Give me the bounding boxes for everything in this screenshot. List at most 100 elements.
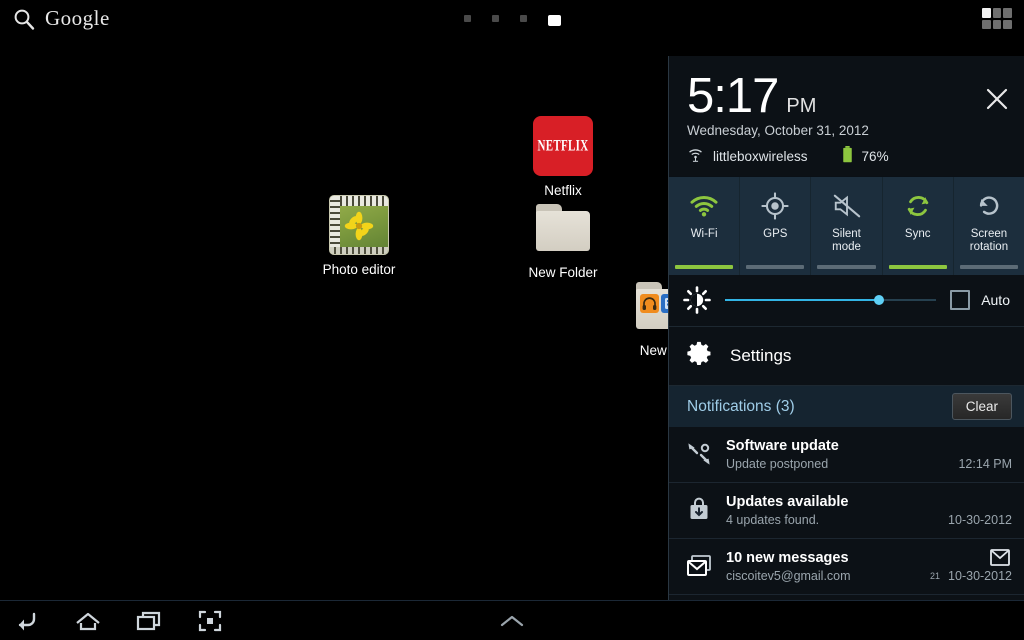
wifi-ssid: littleboxwireless <box>713 148 808 164</box>
notification-item-software-update[interactable]: Software update Update postponed 12:14 P… <box>669 427 1024 483</box>
notification-meta: 12:14 PM <box>958 438 1012 471</box>
clock-ampm: PM <box>786 95 817 117</box>
notification-title: Updates available <box>726 494 849 510</box>
toggle-state-bar <box>888 265 947 269</box>
auto-brightness-checkbox[interactable] <box>950 290 971 310</box>
filmstrip-left <box>330 196 340 254</box>
page-dot-3 <box>519 15 527 22</box>
clock-block: 5:17 PM Wednesday, October 31, 2012 litt… <box>669 56 1024 176</box>
battery-level: 76% <box>861 148 889 164</box>
sync-icon <box>885 189 951 223</box>
notification-text: Updates available 4 updates found. <box>726 494 935 527</box>
gps-icon <box>742 189 808 223</box>
flower-graphic <box>344 211 374 241</box>
quick-toggles: Wi-Fi GPS Silent mode Sync Screen rotati… <box>669 176 1024 275</box>
settings-row[interactable]: Settings <box>669 327 1024 386</box>
notification-subtitle: ciscoitev5@gmail.com <box>726 569 851 583</box>
google-search-bar[interactable]: Google <box>12 6 110 31</box>
toggle-label: Sync <box>904 228 931 240</box>
desktop-icon-photo-editor[interactable]: Photo editor <box>304 195 414 277</box>
notification-badge-count: 21 <box>929 571 940 581</box>
grid-cell <box>982 19 991 29</box>
filmstrip-bottom <box>330 247 388 254</box>
toggle-state-bar <box>746 265 805 269</box>
search-icon <box>12 7 36 31</box>
close-icon[interactable] <box>984 86 1010 112</box>
desktop-icon-label: Photo editor <box>322 262 396 277</box>
notification-title: 10 new messages <box>726 550 849 566</box>
netflix-wordmark: NETFLIX <box>537 137 589 155</box>
page-indicator <box>0 15 1024 26</box>
gmail-status-icon <box>990 549 1010 566</box>
grid-cell <box>992 19 1002 29</box>
toggle-label: GPS <box>763 228 788 240</box>
page-dot-1 <box>463 15 471 22</box>
grid-cell <box>992 8 1002 18</box>
clock-time: 5:17 <box>687 69 779 123</box>
photo-editor-icon <box>329 195 389 255</box>
desktop-icon-label: New Folder <box>528 265 598 280</box>
notification-subtitle: 4 updates found. <box>726 513 820 527</box>
desktop-icon-netflix[interactable]: NETFLIX Netflix <box>508 116 618 198</box>
notification-item-updates-available[interactable]: Updates available 4 updates found. 10-30… <box>669 483 1024 539</box>
notification-time: 10-30-2012 <box>948 569 1012 583</box>
updates-available-icon <box>685 496 713 524</box>
notification-panel: 5:17 PM Wednesday, October 31, 2012 litt… <box>668 56 1024 604</box>
system-navigation-bar <box>0 600 1024 640</box>
toggle-screen-rotation[interactable]: Screen rotation <box>954 177 1024 275</box>
toggle-label: Silent mode <box>832 228 861 253</box>
folder-body <box>536 211 590 251</box>
nav-center <box>0 601 1024 640</box>
mute-icon <box>813 189 879 223</box>
apps-grid-icon[interactable] <box>982 8 1012 29</box>
notification-item-gmail[interactable]: 10 new messages ciscoitev5@gmail.com 21 … <box>669 539 1024 595</box>
brightness-slider[interactable] <box>725 292 937 308</box>
notification-text: 10 new messages ciscoitev5@gmail.com <box>726 550 935 583</box>
grid-cell <box>1003 8 1012 18</box>
settings-label: Settings <box>730 346 792 365</box>
battery-icon <box>842 146 853 166</box>
notification-time: 10-30-2012 <box>948 513 1012 527</box>
auto-brightness-label: Auto <box>981 292 1010 308</box>
wifi-icon <box>671 189 737 223</box>
toggle-sync[interactable]: Sync <box>883 177 954 275</box>
netflix-icon: NETFLIX <box>533 116 593 176</box>
status-row: littleboxwireless 76% <box>687 146 1006 166</box>
toggle-state-bar <box>817 265 876 269</box>
gmail-icon <box>685 552 713 580</box>
page-dot-4-active <box>547 15 561 26</box>
page-dot-2 <box>491 15 499 22</box>
notification-subtitle: Update postponed <box>726 457 829 471</box>
notifications-title: Notifications (3) <box>687 397 795 415</box>
grid-cell <box>1003 19 1012 29</box>
notification-time: 12:14 PM <box>958 457 1012 471</box>
folder-icon <box>533 198 593 258</box>
clock-row: 5:17 PM <box>687 70 1006 122</box>
desktop-icon-label: Netflix <box>544 183 582 198</box>
brightness-icon <box>683 286 711 314</box>
screen-rotation-icon <box>956 189 1022 223</box>
brightness-row: Auto <box>669 275 1024 327</box>
grid-cell <box>982 8 991 18</box>
toggle-gps[interactable]: GPS <box>740 177 812 275</box>
chevron-up-icon[interactable] <box>494 611 530 631</box>
toggle-silent-mode[interactable]: Silent mode <box>811 177 883 275</box>
notifications-header: Notifications (3) Clear <box>669 386 1024 427</box>
toggle-state-bar <box>675 265 734 269</box>
google-label: Google <box>45 6 110 30</box>
clock-date: Wednesday, October 31, 2012 <box>687 123 869 138</box>
toggle-wifi[interactable]: Wi-Fi <box>669 177 741 275</box>
clear-notifications-button[interactable]: Clear <box>951 393 1012 420</box>
wifi-icon <box>687 146 704 166</box>
mini-app-music <box>640 294 659 313</box>
software-update-icon <box>685 440 713 468</box>
slider-fill <box>725 299 880 301</box>
toggle-label: Screen rotation <box>969 228 1009 253</box>
slider-thumb[interactable] <box>874 295 885 305</box>
gear-icon <box>687 340 714 372</box>
toggle-state-bar <box>959 265 1019 269</box>
toggle-label: Wi-Fi <box>690 228 718 240</box>
notification-text: Software update Update postponed <box>726 438 945 471</box>
desktop-icon-new-folder[interactable]: New Folder <box>508 198 618 280</box>
notification-meta: 10-30-2012 <box>948 494 1012 527</box>
